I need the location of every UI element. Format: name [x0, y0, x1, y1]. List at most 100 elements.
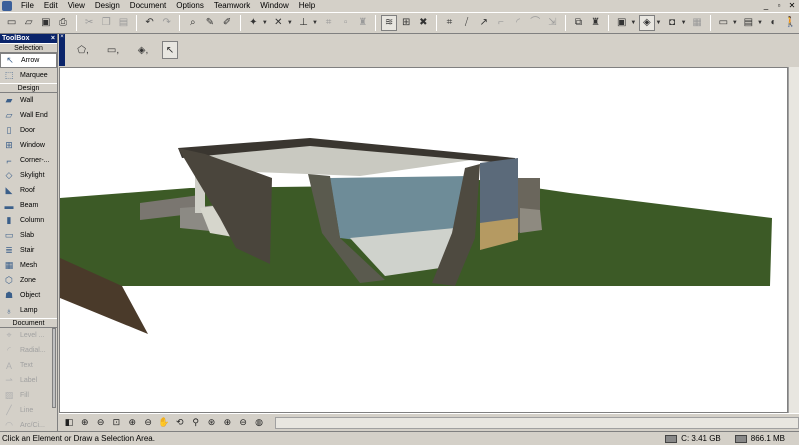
menu-document[interactable]: Document [125, 0, 171, 12]
save-icon[interactable]: ▣ [38, 15, 53, 31]
fillet-icon[interactable]: ◜ [510, 15, 525, 31]
previous-view-icon[interactable]: ◍ [252, 416, 266, 430]
zoom-minus-icon[interactable]: ⊖ [236, 416, 250, 430]
elevation-icon[interactable]: ⊥ [296, 15, 311, 31]
eyedropper-icon[interactable]: ✎ [202, 15, 217, 31]
toolbox-title[interactable]: ToolBox × [0, 34, 57, 43]
tool-roof[interactable]: ◣ Roof [0, 183, 57, 198]
tool-slab[interactable]: ▭ Slab [0, 228, 57, 243]
syringe-icon[interactable]: ✐ [220, 15, 235, 31]
3d-view-icon[interactable]: ◧ [62, 416, 76, 430]
tool-window[interactable]: ⊞ Window [0, 138, 57, 153]
stretch-icon[interactable]: ⇲ [545, 15, 560, 31]
menu-teamwork[interactable]: Teamwork [209, 0, 255, 12]
pan-icon[interactable]: ✋ [157, 416, 171, 430]
dropdown-arrow-icon[interactable]: ▼ [681, 20, 687, 26]
new-icon[interactable]: ▭ [4, 15, 19, 31]
tool-stair[interactable]: ≣ Stair [0, 243, 57, 258]
zoom-out-area-icon[interactable]: ⊖ [94, 416, 108, 430]
dropdown-arrow-icon[interactable]: ▼ [757, 20, 763, 26]
open-icon[interactable]: ▱ [21, 15, 36, 31]
explore-icon[interactable]: ⊛ [205, 416, 219, 430]
tool-door[interactable]: ▯ Door [0, 123, 57, 138]
polygon-select-icon[interactable]: ⬠, [72, 41, 94, 59]
section-icon[interactable]: ⌗ [442, 15, 457, 31]
offset-icon[interactable]: ⌐ [493, 15, 508, 31]
tool-wall[interactable]: ▰ Wall [0, 93, 57, 108]
camera-icon[interactable]: ◘ [664, 15, 679, 31]
rectangle-select-icon[interactable]: ▭, [102, 41, 124, 59]
lamp-icon[interactable]: ♜ [355, 15, 370, 31]
tool-label[interactable]: ⇀ Label [0, 373, 57, 388]
find-icon[interactable]: ⌕ [185, 15, 200, 31]
pointer-icon[interactable]: ↖ [162, 41, 178, 59]
zoom-out-icon[interactable]: ⊖ [141, 416, 155, 430]
menu-file[interactable]: File [16, 0, 39, 12]
dropdown-arrow-icon[interactable]: ▼ [312, 20, 318, 26]
restore-icon[interactable]: ▫ [774, 1, 784, 11]
tool-level[interactable]: ⌖ Level ... [0, 328, 57, 343]
copy-icon[interactable]: ❐ [99, 15, 114, 31]
tool-radial[interactable]: ◜ Radial... [0, 343, 57, 358]
layers-icon[interactable]: ≋ [381, 15, 397, 31]
render-icon[interactable]: ♜ [588, 15, 603, 31]
zoom-plus-icon[interactable]: ⊕ [220, 416, 234, 430]
resize-icon[interactable]: ↗ [476, 15, 491, 31]
tool-line[interactable]: ╱ Line [0, 403, 57, 418]
view-settings-icon[interactable]: ▦ [690, 15, 705, 31]
dropdown-arrow-icon[interactable]: ▼ [287, 20, 293, 26]
minimize-icon[interactable]: _ [761, 1, 771, 11]
close-window-icon[interactable]: ✕ [787, 1, 797, 11]
paste-icon[interactable]: ▤ [116, 15, 131, 31]
tool-beam[interactable]: ▬ Beam [0, 198, 57, 213]
3d-viewport[interactable] [59, 67, 788, 413]
menu-edit[interactable]: Edit [39, 0, 63, 12]
vertical-scrollbar[interactable] [788, 67, 799, 413]
grid-snap-icon[interactable]: ⌗ [321, 15, 336, 31]
walk-icon[interactable]: ⚲ [189, 416, 203, 430]
rotated-rectangle-icon[interactable]: ◈, [132, 41, 154, 59]
zoom-in-icon[interactable]: ⊕ [125, 416, 139, 430]
3d-view-icon[interactable]: ◈ [639, 15, 655, 31]
menu-window[interactable]: Window [255, 0, 293, 12]
tool-text[interactable]: A Text [0, 358, 57, 373]
split-icon[interactable]: ⧸ [459, 15, 474, 31]
3d-window-icon[interactable]: ⧉ [571, 15, 586, 31]
fit-window-icon[interactable]: ⊡ [110, 416, 124, 430]
walk-mode-icon[interactable]: 🚶 [783, 15, 798, 31]
cut-icon[interactable]: ✂ [82, 15, 97, 31]
dropdown-arrow-icon[interactable]: ▼ [656, 20, 662, 26]
tool-marquee[interactable]: ⬚ Marquee [0, 68, 57, 83]
suspend-icon[interactable]: ▫ [338, 15, 353, 31]
tool-wall-end[interactable]: ▱ Wall End [0, 108, 57, 123]
trim-icon[interactable]: ✕ [271, 15, 286, 31]
dropdown-arrow-icon[interactable]: ▼ [630, 20, 636, 26]
print-icon[interactable]: ⎙ [55, 15, 70, 31]
tool-mesh[interactable]: ▦ Mesh [0, 258, 57, 273]
close-icon[interactable]: × [51, 34, 55, 43]
menu-view[interactable]: View [63, 0, 90, 12]
menu-help[interactable]: Help [294, 0, 320, 12]
horizontal-scrollbar[interactable] [274, 416, 799, 429]
orbit-icon[interactable]: ⟲ [173, 416, 187, 430]
tool-skylight[interactable]: ◇ Skylight [0, 168, 57, 183]
window-layout-icon[interactable]: ▤ [741, 15, 756, 31]
zoom-in-area-icon[interactable]: ⊕ [78, 416, 92, 430]
toolbox-scrollbar[interactable] [52, 328, 56, 408]
close-icon[interactable]: × [59, 34, 65, 40]
perspective-icon[interactable]: ◐ [766, 15, 781, 31]
redo-icon[interactable]: ↷ [159, 15, 174, 31]
tool-column[interactable]: ▮ Column [0, 213, 57, 228]
dropdown-arrow-icon[interactable]: ▼ [262, 20, 268, 26]
tool-object[interactable]: ☗ Object [0, 288, 57, 303]
display-icon[interactable]: ▭ [716, 15, 731, 31]
magic-wand-icon[interactable]: ✦ [246, 15, 261, 31]
curve-icon[interactable]: ⌒ [528, 15, 543, 31]
tool-fill[interactable]: ▨ Fill [0, 388, 57, 403]
tool-corner[interactable]: ⌐ Corner-... [0, 153, 57, 168]
tool-zone[interactable]: ⬡ Zone [0, 273, 57, 288]
grid-icon[interactable]: ⊞ [399, 15, 414, 31]
menu-options[interactable]: Options [171, 0, 209, 12]
tool-arrow[interactable]: ↖ Arrow [0, 53, 57, 68]
menu-design[interactable]: Design [90, 0, 125, 12]
